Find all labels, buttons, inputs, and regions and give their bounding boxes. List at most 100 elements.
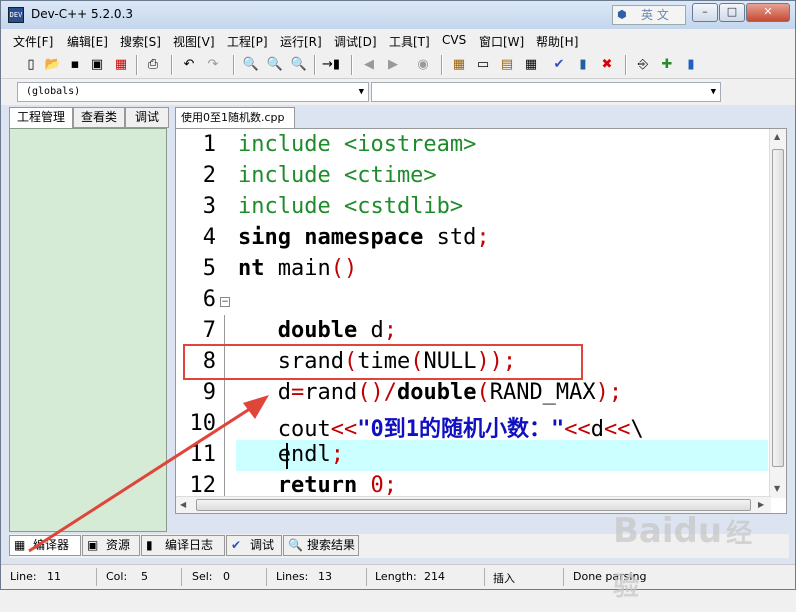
- add-to-project-icon[interactable]: ✚: [657, 54, 677, 74]
- status-divider: [181, 568, 182, 586]
- code-token: sing namespace: [238, 225, 424, 250]
- editor-file-tab[interactable]: 使用0至1随机数.cpp: [175, 107, 295, 129]
- tab-search-results[interactable]: 🔍 搜索结果: [283, 535, 359, 556]
- tab-search-results-label: 搜索结果: [307, 538, 356, 552]
- tab-debug-bottom[interactable]: ✔ 调试: [226, 535, 282, 556]
- project-panel[interactable]: [9, 128, 167, 532]
- status-length-label: Length:: [375, 570, 417, 583]
- menu-bar: 文件[F] 编辑[E] 搜索[S] 视图[V] 工程[P] 运行[R] 调试[D…: [1, 29, 795, 51]
- close-button[interactable]: ✕: [746, 3, 790, 22]
- bar-chart-icon: ▮: [146, 538, 153, 552]
- goto-line-icon[interactable]: →▮: [321, 54, 341, 74]
- annotation-highlight-box: [183, 344, 583, 380]
- member-select[interactable]: ▼: [371, 82, 721, 102]
- redo-icon[interactable]: ↷: [203, 54, 223, 74]
- stop-icon[interactable]: ✖: [597, 54, 617, 74]
- menu-search[interactable]: 搜索[S]: [120, 33, 161, 50]
- bookmark-prev-icon[interactable]: ◀: [359, 54, 379, 74]
- line-number: 7: [202, 318, 216, 343]
- scope-select[interactable]: (globals) ▼: [17, 82, 369, 102]
- new-file-icon[interactable]: ▯: [21, 54, 41, 74]
- print-icon[interactable]: ⎙: [143, 54, 163, 74]
- code-token: d: [238, 380, 291, 405]
- rebuild-icon[interactable]: ▦: [521, 54, 541, 74]
- ime-indicator[interactable]: ⬢ 英 文: [612, 5, 686, 25]
- status-lines-value: 13: [318, 570, 332, 583]
- status-divider: [484, 568, 485, 586]
- find-replace-icon[interactable]: 🔍: [265, 54, 285, 74]
- resources-icon: ▣: [87, 538, 99, 552]
- tab-compile-log[interactable]: ▮ 编译日志: [141, 535, 225, 556]
- vertical-scroll-thumb[interactable]: [772, 149, 784, 467]
- new-project-icon[interactable]: ⎆: [633, 54, 653, 74]
- menu-cvs[interactable]: CVS: [442, 33, 466, 47]
- find-icon[interactable]: 🔍: [241, 54, 261, 74]
- find-next-icon[interactable]: 🔍: [289, 54, 309, 74]
- status-col-value: 5: [141, 570, 148, 583]
- status-divider: [366, 568, 367, 586]
- run-icon[interactable]: ▭: [473, 54, 493, 74]
- status-insert-mode: 插入: [493, 572, 515, 585]
- status-bar: Line: 11 Col: 5 Sel: 0 Lines: 13 Length:…: [1, 564, 795, 589]
- menu-edit[interactable]: 编辑[E]: [67, 33, 108, 50]
- open-icon[interactable]: 📂: [43, 54, 63, 74]
- app-logo-icon: DEV: [8, 7, 24, 23]
- compile-run-icon[interactable]: ▤: [497, 54, 517, 74]
- tab-resources[interactable]: ▣ 资源: [82, 535, 140, 556]
- toggle-bookmark-icon[interactable]: ◉: [413, 54, 433, 74]
- scope-select-value: (globals): [26, 86, 81, 97]
- code-line-9: d=rand()/double(RAND_MAX);: [238, 380, 622, 405]
- compile-icon[interactable]: ▦: [449, 54, 469, 74]
- ime-label: 英 文: [641, 8, 669, 22]
- tab-resources-label: 资源: [106, 538, 131, 552]
- chart-icon[interactable]: ▮: [573, 54, 593, 74]
- bookmark-next-icon[interactable]: ▶: [383, 54, 403, 74]
- compiler-icon: ▦: [14, 538, 26, 552]
- menu-project[interactable]: 工程[P]: [227, 33, 268, 50]
- code-token: =: [290, 380, 305, 405]
- menu-file[interactable]: 文件[F]: [13, 33, 53, 50]
- code-token: d: [357, 318, 384, 343]
- menu-run[interactable]: 运行[R]: [280, 33, 322, 50]
- fold-collapse-icon[interactable]: −: [220, 297, 230, 307]
- tab-project-manager[interactable]: 工程管理: [9, 107, 73, 129]
- menu-help[interactable]: 帮助[H]: [536, 33, 578, 50]
- line-number: 1: [202, 132, 216, 157]
- checkmark-icon: ✔: [231, 538, 242, 552]
- ime-logo-icon: ⬢: [617, 8, 627, 21]
- tab-compile-log-label: 编译日志: [165, 538, 214, 552]
- vertical-scrollbar[interactable]: ▲ ▼: [769, 129, 786, 498]
- tab-debug-left[interactable]: 调试: [125, 107, 169, 128]
- maximize-button[interactable]: □: [719, 3, 745, 22]
- menu-debug[interactable]: 调试[D]: [334, 33, 377, 50]
- code-token: ;: [330, 442, 344, 467]
- code-token: <<: [330, 417, 358, 442]
- syntax-check-icon[interactable]: ✔: [549, 54, 569, 74]
- tab-compiler[interactable]: ▦ 编译器: [9, 535, 81, 556]
- scroll-left-icon[interactable]: ◀: [180, 500, 186, 509]
- remove-from-project-icon[interactable]: ▮: [681, 54, 701, 74]
- save-icon[interactable]: ▪: [65, 54, 85, 74]
- code-token: 0: [370, 473, 384, 498]
- close-file-icon[interactable]: ▦: [111, 54, 131, 74]
- scroll-down-icon[interactable]: ▼: [774, 484, 780, 493]
- menu-tools[interactable]: 工具[T]: [389, 33, 430, 50]
- code-editor[interactable]: 1 2 3 4 5 6 − 7 8 9 10 11 12 13 include …: [175, 128, 787, 514]
- undo-icon[interactable]: ↶: [179, 54, 199, 74]
- save-all-icon[interactable]: ▣: [87, 54, 107, 74]
- code-token: <<: [603, 417, 631, 442]
- tab-class-browser[interactable]: 查看类: [73, 107, 125, 128]
- code-line-5: nt main(): [238, 256, 357, 281]
- code-token: (: [476, 380, 490, 405]
- scroll-up-icon[interactable]: ▲: [774, 132, 780, 141]
- code-token: \: [630, 417, 644, 442]
- tab-debug-bottom-label: 调试: [250, 538, 275, 552]
- code-token: (): [330, 256, 358, 281]
- menu-view[interactable]: 视图[V]: [173, 33, 215, 50]
- minimize-button[interactable]: –: [692, 3, 718, 22]
- menu-window[interactable]: 窗口[W]: [479, 33, 524, 50]
